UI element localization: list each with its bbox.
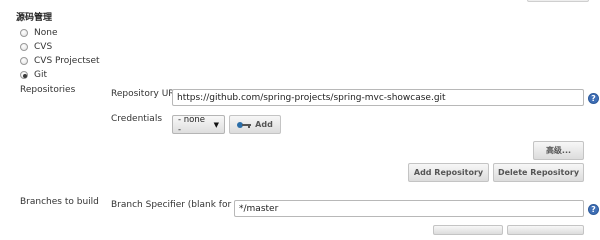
scm-option-git[interactable]: Git — [20, 69, 47, 81]
branches-label: Branches to build — [20, 197, 99, 207]
scm-option-label: Git — [34, 70, 48, 80]
credentials-selected-value: - none - — [178, 114, 205, 135]
repositories-label: Repositories — [20, 85, 76, 95]
top-button-stub[interactable] — [527, 0, 589, 2]
add-credentials-label: Add — [255, 120, 273, 129]
radio-cvs[interactable] — [20, 43, 28, 51]
section-title: 源码管理 — [16, 13, 53, 23]
help-icon[interactable]: ? — [588, 204, 599, 215]
radio-git[interactable] — [20, 71, 28, 79]
repository-url-label: Repository URL — [111, 89, 180, 99]
add-credentials-button[interactable]: Add — [229, 115, 281, 134]
scm-option-none[interactable]: None — [20, 27, 57, 39]
scm-option-label: CVS — [34, 42, 53, 52]
key-icon — [237, 121, 252, 129]
credentials-select[interactable]: - none - ▼ — [172, 114, 225, 135]
delete-repository-button[interactable]: Delete Repository — [493, 163, 584, 182]
help-icon[interactable]: ? — [588, 93, 599, 104]
scm-option-label: CVS Projectset — [34, 56, 100, 66]
scm-option-label: None — [34, 28, 58, 38]
partial-button[interactable] — [507, 225, 584, 235]
repository-url-input[interactable]: https://github.com/spring-projects/sprin… — [172, 89, 584, 106]
scm-option-cvs-projectset[interactable]: CVS Projectset — [20, 55, 100, 67]
advanced-button[interactable]: 高级... — [533, 141, 584, 160]
radio-none[interactable] — [20, 29, 28, 37]
partial-button[interactable] — [433, 225, 503, 235]
add-repository-button[interactable]: Add Repository — [408, 163, 489, 182]
chevron-down-icon: ▼ — [213, 120, 219, 129]
radio-cvs-projectset[interactable] — [20, 57, 28, 65]
credentials-label: Credentials — [111, 114, 163, 124]
scm-option-cvs[interactable]: CVS — [20, 41, 52, 53]
branch-specifier-input[interactable]: */master — [234, 200, 584, 217]
